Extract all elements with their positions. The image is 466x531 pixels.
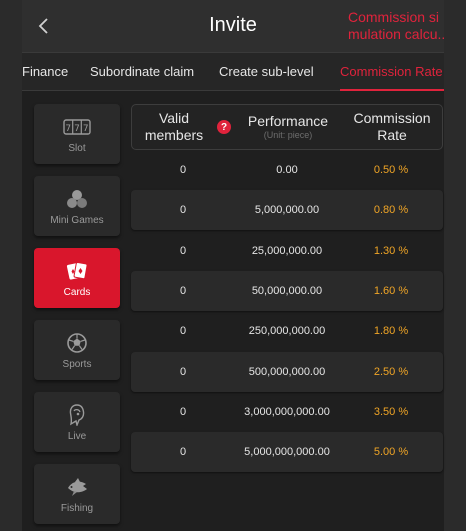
- column-header-commission-rate-label: Commission Rate: [353, 110, 431, 143]
- sidebar-item-label: Slot: [68, 142, 86, 154]
- commission-rate-cell: 0.50 %: [373, 164, 409, 176]
- column-header-valid-members: Valid members: [132, 105, 216, 149]
- cards-icon: [63, 259, 91, 283]
- mini-games-icon: [63, 187, 91, 211]
- tab-commission-rate[interactable]: Commission Rate: [340, 64, 443, 79]
- tab-subordinate-claim[interactable]: Subordinate claim: [90, 64, 194, 79]
- tab-create-sub-level[interactable]: Create sub-level: [219, 64, 314, 79]
- performance-value: 5,000,000,000.00: [244, 446, 330, 458]
- commission-rate-cell: 3.50 %: [373, 406, 409, 418]
- table-row: 0 5,000,000,000.00 5.00 %: [131, 432, 443, 472]
- table-row: 0 0.00 0.50 %: [131, 150, 443, 190]
- back-button[interactable]: [32, 14, 56, 38]
- sidebar-item-slot[interactable]: 7 7 7 Slot: [34, 104, 120, 164]
- valid-members-cell: 0: [179, 325, 187, 337]
- performance-value: 25,000,000.00: [251, 245, 323, 257]
- tab-finance[interactable]: Finance: [22, 64, 68, 79]
- svg-text:7: 7: [83, 124, 89, 134]
- sidebar-item-label: Live: [67, 430, 87, 442]
- table-row: 0 50,000,000.00 1.60 %: [131, 271, 443, 311]
- commission-rate-cell: 1.80 %: [373, 325, 409, 337]
- live-dealer-icon: [63, 403, 91, 427]
- sidebar-item-label: Fishing: [60, 502, 94, 514]
- commission-rate-cell: 2.50 %: [373, 366, 409, 378]
- performance-value: 0.00: [276, 164, 298, 176]
- tab-bar: Finance Subordinate claim Create sub-lev…: [22, 52, 444, 91]
- valid-members-cell: 0: [179, 164, 187, 176]
- valid-members-cell: 0: [179, 446, 187, 458]
- table-row: 0 5,000,000.00 0.80 %: [131, 190, 443, 230]
- column-header-commission-rate: Commission Rate: [340, 105, 444, 149]
- performance-cell: 500,000,000.00: [235, 352, 339, 392]
- column-header-performance: Performance (Unit: piece): [236, 105, 340, 149]
- performance-cell: 50,000,000.00: [235, 271, 339, 311]
- column-header-performance-unit: (Unit: piece): [263, 130, 313, 140]
- table-row: 0 25,000,000.00 1.30 %: [131, 231, 443, 271]
- performance-cell: 25,000,000.00: [235, 231, 339, 271]
- help-icon-symbol: ?: [220, 121, 228, 133]
- performance-cell: 0.00: [235, 150, 339, 190]
- performance-value: 50,000,000.00: [251, 285, 323, 297]
- valid-members-cell: 0: [179, 285, 187, 297]
- table-row: 0 3,000,000,000.00 3.50 %: [131, 392, 443, 432]
- commission-simulation-link-line1: Commission si: [348, 9, 440, 25]
- valid-members-cell: 0: [179, 245, 187, 257]
- sidebar-item-label: Cards: [63, 286, 91, 298]
- active-tab-indicator: [340, 89, 444, 91]
- column-header-performance-label: Performance: [247, 113, 329, 129]
- commission-simulation-link-line2: mulation calcu...: [348, 26, 444, 42]
- commission-rate-cell: 5.00 %: [373, 446, 409, 458]
- valid-members-cell: 0: [179, 406, 187, 418]
- soccer-ball-icon: [63, 331, 91, 355]
- sidebar-item-label: Sports: [62, 358, 92, 370]
- slot-machine-icon: 7 7 7: [63, 115, 91, 139]
- valid-members-cell: 0: [179, 204, 187, 216]
- valid-members-cell: 0: [179, 366, 187, 378]
- performance-cell: 5,000,000.00: [235, 190, 339, 230]
- svg-text:7: 7: [65, 124, 71, 134]
- commission-table-header: Valid members ? Performance (Unit: piece…: [131, 104, 443, 150]
- column-header-valid-members-label: Valid members: [144, 110, 204, 143]
- sidebar-item-sports[interactable]: Sports: [34, 320, 120, 380]
- performance-cell: 3,000,000,000.00: [235, 392, 339, 432]
- sidebar-item-label: Mini Games: [50, 214, 104, 226]
- commission-rate-cell: 0.80 %: [373, 204, 409, 216]
- sidebar-item-fishing[interactable]: Fishing: [34, 464, 120, 524]
- sidebar-item-mini-games[interactable]: Mini Games: [34, 176, 120, 236]
- sidebar-item-cards[interactable]: Cards: [34, 248, 120, 308]
- chevron-left-icon: [38, 18, 48, 34]
- fish-icon: [63, 475, 91, 499]
- commission-rate-cell: 1.30 %: [373, 245, 409, 257]
- header-bar: Invite Commission si mulation calcu...: [22, 0, 444, 52]
- svg-text:7: 7: [74, 124, 80, 134]
- commission-simulation-link[interactable]: Commission si mulation calcu...: [348, 9, 444, 43]
- table-row: 0 250,000,000.00 1.80 %: [131, 311, 443, 351]
- performance-value: 5,000,000.00: [254, 204, 320, 216]
- performance-cell: 5,000,000,000.00: [235, 432, 339, 472]
- commission-rate-cell: 1.60 %: [373, 285, 409, 297]
- help-icon[interactable]: ?: [217, 120, 231, 134]
- sidebar-item-live[interactable]: Live: [34, 392, 120, 452]
- table-row: 0 500,000,000.00 2.50 %: [131, 352, 443, 392]
- performance-value: 500,000,000.00: [248, 366, 326, 378]
- performance-value: 3,000,000,000.00: [244, 406, 330, 418]
- performance-cell: 250,000,000.00: [235, 311, 339, 351]
- performance-value: 250,000,000.00: [248, 325, 326, 337]
